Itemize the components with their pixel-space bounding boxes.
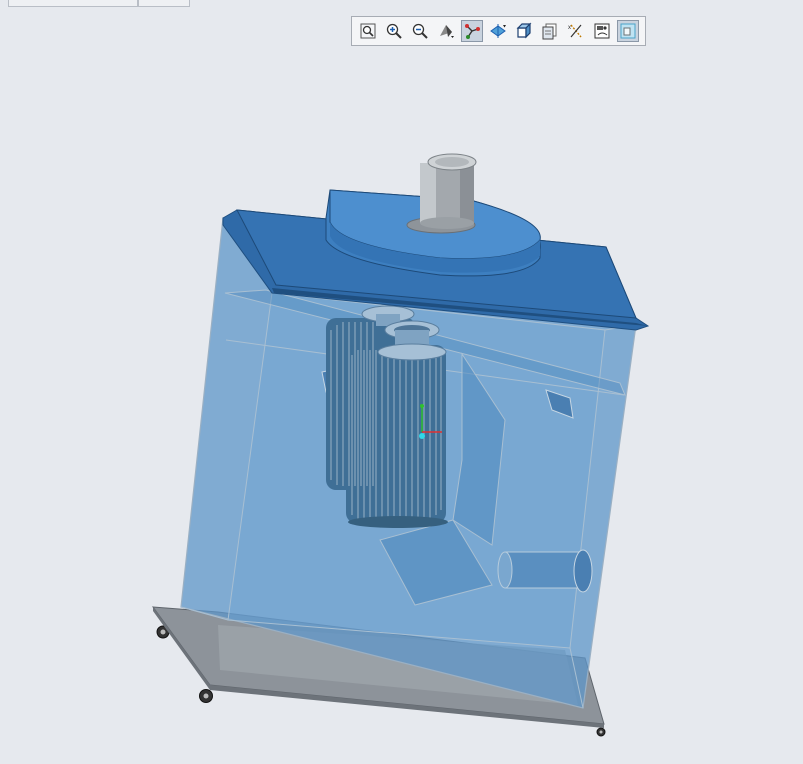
graphics-viewport[interactable]: [0, 0, 803, 764]
top-outlet-cylinder: [406, 153, 477, 234]
side-outlet-pipe: [497, 549, 593, 593]
